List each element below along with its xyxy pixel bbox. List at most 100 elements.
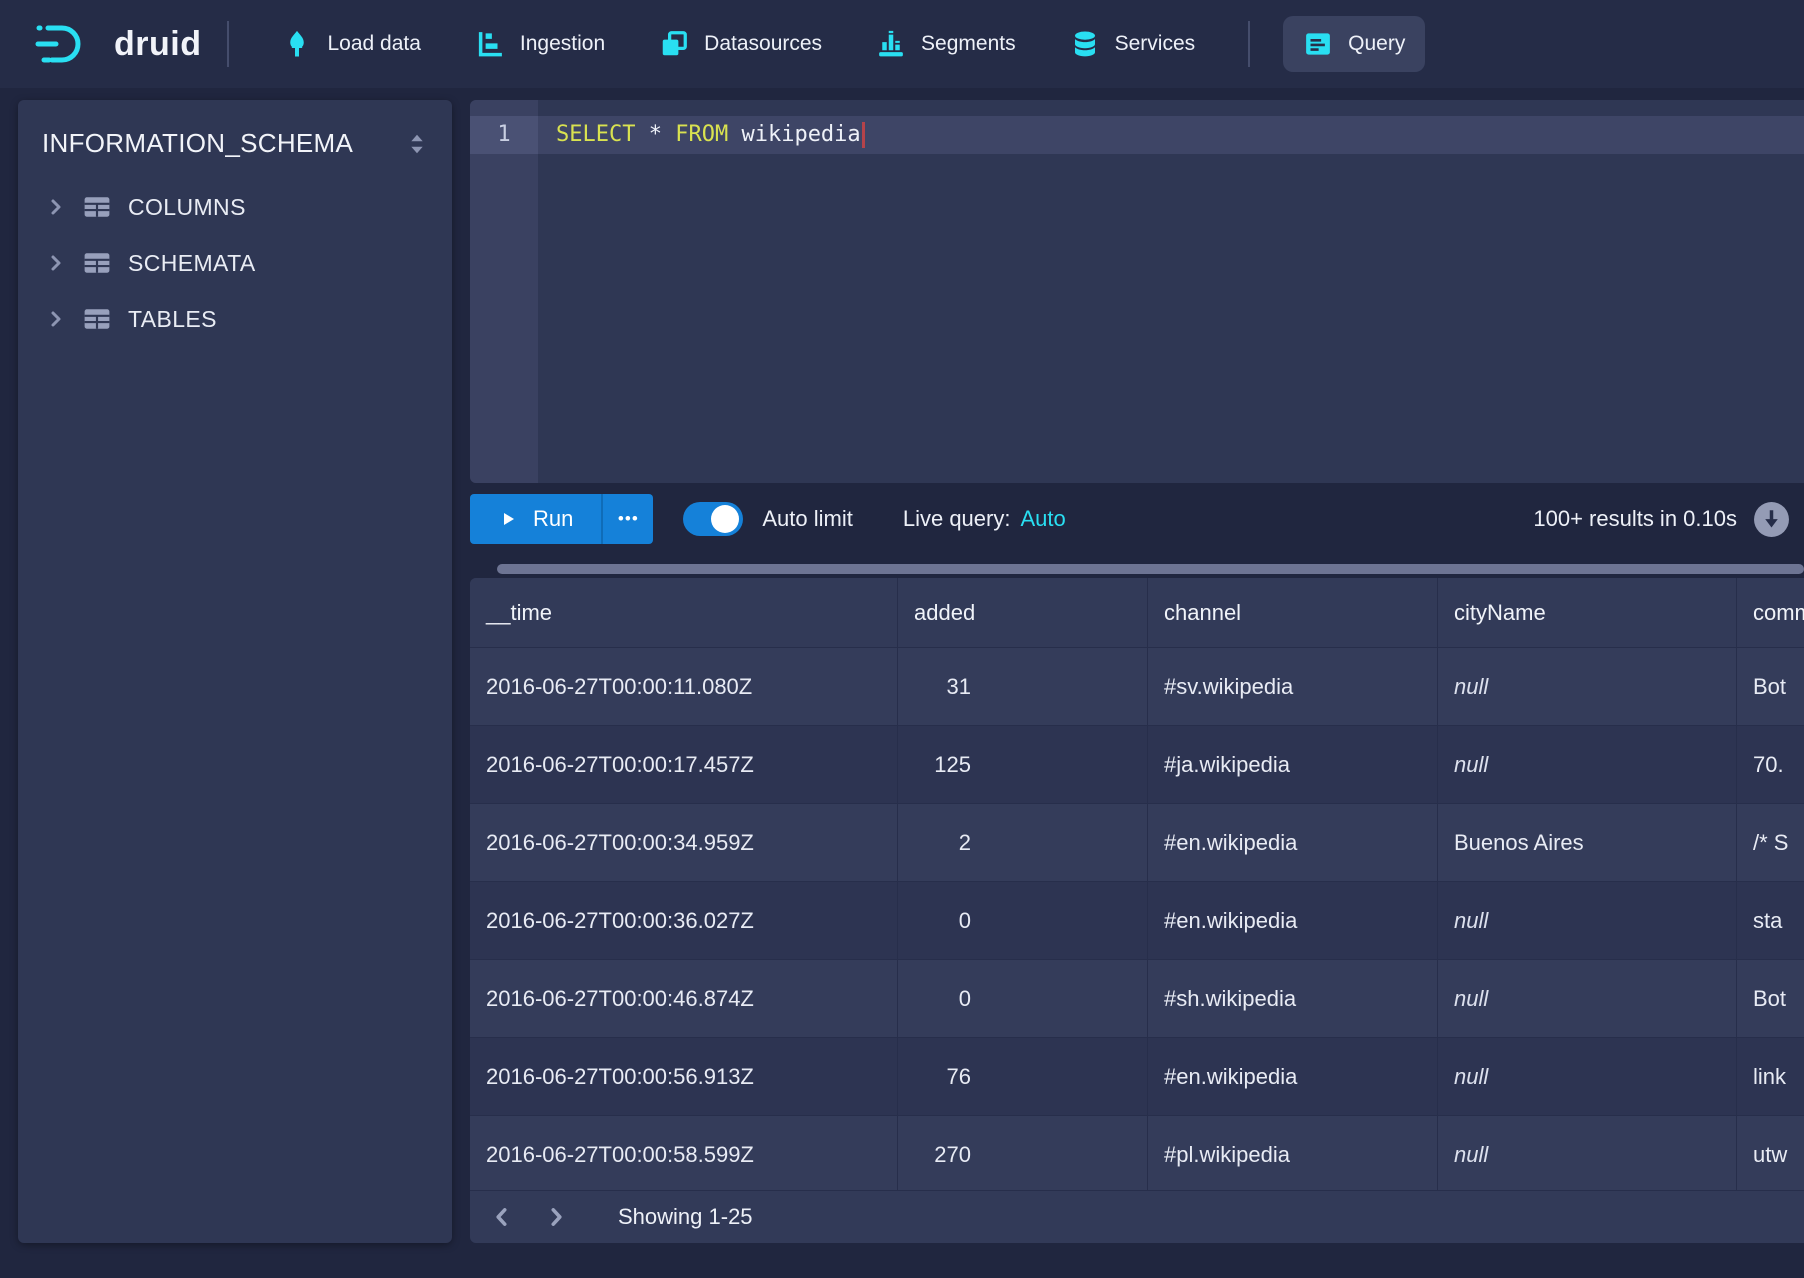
table-cell[interactable]: 31 — [898, 648, 1148, 726]
table-cell[interactable]: 2016-06-27T00:00:11.080Z — [470, 648, 898, 726]
showing-label: Showing 1-25 — [618, 1204, 753, 1230]
horizontal-scrollbar[interactable] — [497, 564, 1804, 574]
table-cell[interactable]: utw — [1737, 1116, 1804, 1194]
chevron-right-icon — [46, 309, 66, 329]
table-cell[interactable]: null — [1438, 882, 1737, 960]
toggle-knob — [711, 505, 739, 533]
chevron-right-icon — [545, 1206, 567, 1228]
live-query: Live query: Auto — [903, 506, 1066, 532]
nav-item-services[interactable]: Services — [1050, 16, 1216, 72]
table-cell[interactable]: 0 — [898, 960, 1148, 1038]
table-cell[interactable]: null — [1438, 648, 1737, 726]
chevron-right-icon — [46, 253, 66, 273]
sidebar-item-tables[interactable]: TABLES — [18, 291, 452, 347]
table-cell[interactable]: null — [1438, 726, 1737, 804]
run-button[interactable]: Run — [470, 494, 601, 544]
table-cell[interactable]: 2016-06-27T00:00:56.913Z — [470, 1038, 898, 1116]
table-cell[interactable]: #sv.wikipedia — [1148, 648, 1438, 726]
table-cell[interactable]: 2 — [898, 804, 1148, 882]
text-cursor — [862, 122, 865, 148]
table-cell[interactable]: 2016-06-27T00:00:17.457Z — [470, 726, 898, 804]
live-query-value[interactable]: Auto — [1020, 506, 1065, 532]
nav-item-label: Datasources — [704, 32, 822, 56]
druid-console: druid Load data Ingestion Datasources Segme… — [0, 0, 1804, 1278]
tree-item-label: COLUMNS — [128, 194, 246, 221]
nav-item-label: Ingestion — [520, 32, 605, 56]
table-cell[interactable]: 270 — [898, 1116, 1148, 1194]
run-bar: Run ••• Auto limit Live query: Auto 100+… — [470, 494, 1804, 544]
table-cell[interactable]: 2016-06-27T00:00:34.959Z — [470, 804, 898, 882]
sql-line: SELECT * FROM wikipedia — [538, 116, 1804, 154]
column-header-comment[interactable]: comment — [1737, 578, 1804, 648]
sql-token: SELECT — [556, 122, 635, 147]
run-more-button[interactable]: ••• — [601, 494, 653, 544]
chevron-right-icon — [46, 197, 66, 217]
auto-limit-label: Auto limit — [762, 506, 852, 532]
table-cell[interactable]: Buenos Aires — [1438, 804, 1737, 882]
nav-item-ingestion[interactable]: Ingestion — [455, 16, 625, 72]
sql-editor: 1 SELECT * FROM wikipedia — [470, 100, 1804, 483]
results-header-row: __timeaddedchannelcityNamecomment — [470, 578, 1804, 648]
table-cell[interactable]: 2016-06-27T00:00:36.027Z — [470, 882, 898, 960]
table-cell[interactable]: #pl.wikipedia — [1148, 1116, 1438, 1194]
table-cell[interactable]: 0 — [898, 882, 1148, 960]
sidebar-item-schemata[interactable]: SCHEMATA — [18, 235, 452, 291]
table-cell[interactable]: 2016-06-27T00:00:46.874Z — [470, 960, 898, 1038]
nav-item-label: Services — [1115, 32, 1196, 56]
table-cell[interactable]: sta — [1737, 882, 1804, 960]
run-label: Run — [533, 506, 573, 532]
table-cell[interactable]: #sh.wikipedia — [1148, 960, 1438, 1038]
table-cell[interactable]: #ja.wikipedia — [1148, 726, 1438, 804]
editor-code-area[interactable]: SELECT * FROM wikipedia — [538, 100, 1804, 483]
nav-divider — [1248, 21, 1250, 67]
double-caret-sort-icon[interactable] — [406, 132, 428, 156]
table-cell[interactable]: null — [1438, 1038, 1737, 1116]
nav-item-label: Query — [1348, 32, 1405, 56]
table-cell[interactable]: 70. — [1737, 726, 1804, 804]
table-cell[interactable]: link — [1737, 1038, 1804, 1116]
nav-item-segments[interactable]: Segments — [856, 16, 1036, 72]
next-page-button[interactable] — [534, 1195, 578, 1239]
table-cell[interactable]: #en.wikipedia — [1148, 1038, 1438, 1116]
auto-limit-toggle[interactable]: Auto limit — [683, 502, 852, 536]
sql-token: * — [635, 122, 675, 147]
run-button-group: Run ••• — [470, 494, 653, 544]
table-cell[interactable]: #en.wikipedia — [1148, 882, 1438, 960]
prev-page-button[interactable] — [480, 1195, 524, 1239]
table-cell[interactable]: #en.wikipedia — [1148, 804, 1438, 882]
nav-item-load-data[interactable]: Load data — [262, 16, 440, 72]
schema-sidebar: INFORMATION_SCHEMA COLUMNS SCHEMATATABLES — [18, 100, 452, 1243]
sidebar-item-columns[interactable]: COLUMNS — [18, 179, 452, 235]
column-header-added[interactable]: added — [898, 578, 1148, 648]
table-cell[interactable]: Bot — [1737, 960, 1804, 1038]
brand-name: druid — [114, 25, 201, 64]
ellipsis-icon: ••• — [618, 509, 639, 528]
nav-items: Load data Ingestion Datasources Segments Ser… — [255, 0, 1432, 88]
download-icon[interactable] — [1753, 501, 1790, 538]
table-cell[interactable]: /* S — [1737, 804, 1804, 882]
table-cell[interactable]: null — [1438, 960, 1737, 1038]
table-row: 2016-06-27T00:00:34.959Z2#en.wikipediaBu… — [470, 804, 1804, 882]
nav-item-datasources[interactable]: Datasources — [639, 16, 842, 72]
table-cell[interactable]: 76 — [898, 1038, 1148, 1116]
column-header-channel[interactable]: channel — [1148, 578, 1438, 648]
table-row: 2016-06-27T00:00:58.599Z270#pl.wikipedia… — [470, 1116, 1804, 1194]
schema-header: INFORMATION_SCHEMA — [18, 100, 452, 179]
services-icon — [1070, 29, 1100, 59]
table-cell[interactable]: 125 — [898, 726, 1148, 804]
top-nav: druid Load data Ingestion Datasources Segme… — [0, 0, 1804, 88]
brand[interactable]: druid — [34, 20, 201, 68]
column-header-cityName[interactable]: cityName — [1438, 578, 1737, 648]
results-panel: __timeaddedchannelcityNamecomment 2016-0… — [470, 578, 1804, 1243]
table-cell[interactable]: null — [1438, 1116, 1737, 1194]
table-cell[interactable]: Bot — [1737, 648, 1804, 726]
results-count: 100+ results in 0.10s — [1533, 506, 1737, 532]
table-row: 2016-06-27T00:00:46.874Z0#sh.wikipedianu… — [470, 960, 1804, 1038]
results-body: 2016-06-27T00:00:11.080Z31#sv.wikipedian… — [470, 648, 1804, 1194]
table-cell[interactable]: 2016-06-27T00:00:58.599Z — [470, 1116, 898, 1194]
sql-token: FROM — [675, 122, 728, 147]
column-header-time[interactable]: __time — [470, 578, 898, 648]
nav-item-query[interactable]: Query — [1283, 16, 1425, 72]
table-row: 2016-06-27T00:00:36.027Z0#en.wikipedianu… — [470, 882, 1804, 960]
toggle-switch[interactable] — [683, 502, 743, 536]
